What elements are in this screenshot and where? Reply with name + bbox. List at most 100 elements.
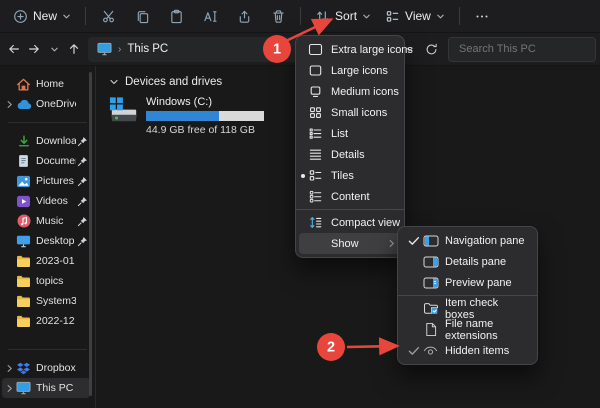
sidebar-item-home[interactable]: Home (2, 74, 90, 94)
sidebar-item-desktop[interactable]: Desktop (2, 231, 90, 251)
file-explorer-window: New Sort View › This PC (0, 0, 600, 408)
see-more-button[interactable] (467, 3, 497, 29)
view-menu-item-extra-large-icons[interactable]: Extra large icons (296, 39, 404, 60)
share-button[interactable] (229, 3, 259, 29)
search-box[interactable] (448, 37, 596, 62)
view-menu-item-list[interactable]: List (296, 123, 404, 144)
new-button[interactable]: New (6, 3, 78, 29)
search-input[interactable] (449, 38, 600, 61)
show-submenu-item-item-check-boxes[interactable]: Item check boxes (398, 298, 537, 319)
breadcrumb-separator: › (118, 44, 121, 55)
sort-button[interactable]: Sort (308, 3, 378, 29)
menu-item-label: Extra large icons (331, 44, 413, 56)
show-submenu-item-navigation-pane[interactable]: Navigation pane (398, 230, 537, 251)
icon-xl-icon (308, 42, 323, 57)
delete-button[interactable] (263, 3, 293, 29)
download-icon (15, 134, 32, 148)
folder-icon (15, 295, 32, 307)
expand-chevron-icon[interactable] (4, 364, 15, 373)
desktop-icon (15, 234, 32, 248)
view-button-label: View (405, 9, 431, 23)
sidebar-item-videos[interactable]: Videos (2, 191, 90, 211)
chevron-down-icon (436, 12, 445, 21)
capacity-text: 44.9 GB free of 118 GB (146, 124, 264, 136)
submenu-item-label: Hidden items (445, 345, 509, 357)
sidebar-item-system32[interactable]: System32 (2, 291, 90, 311)
show-submenu-item-hidden-items[interactable]: Hidden items (398, 340, 537, 361)
up-icon (67, 42, 81, 56)
checkmark-icon (406, 346, 422, 356)
menu-item-label: List (331, 128, 396, 140)
new-button-label: New (33, 9, 57, 23)
expand-chevron-icon[interactable] (4, 384, 15, 393)
copy-button[interactable] (127, 3, 157, 29)
show-submenu-item-file-name-extensions[interactable]: File name extensions (398, 319, 537, 340)
up-button[interactable] (64, 37, 84, 61)
sidebar-item-pictures[interactable]: Pictures (2, 171, 90, 191)
view-menu-item-large-icons[interactable]: Large icons (296, 60, 404, 81)
sidebar-item-2023-01[interactable]: 2023-01 (2, 251, 90, 271)
share-icon (237, 9, 252, 24)
sidebar-item-dropbox[interactable]: Dropbox (2, 358, 90, 378)
sidebar-scrollbar[interactable] (89, 72, 92, 396)
toolbar-separator (85, 7, 86, 25)
delete-icon (271, 9, 286, 24)
icon-md-icon (308, 84, 323, 99)
cut-button[interactable] (93, 3, 123, 29)
toolbar-separator (300, 7, 301, 25)
view-menu-item-tiles[interactable]: Tiles (296, 165, 404, 186)
pane-details-icon (422, 256, 439, 268)
sidebar-item-onedrive-pers[interactable]: OneDrive - Pers (2, 94, 90, 114)
sidebar-item-label: 2022-12 (36, 315, 76, 327)
refresh-button[interactable] (420, 37, 442, 61)
view-menu-item-show[interactable]: Show (299, 233, 401, 254)
menu-item-label: Tiles (331, 170, 396, 182)
music-icon (15, 214, 32, 228)
pane-preview-icon (422, 277, 439, 289)
sidebar-item-label: Desktop (36, 235, 76, 247)
drive-name: Windows (C:) (146, 96, 264, 108)
rename-button[interactable] (195, 3, 225, 29)
sidebar-item-downloads[interactable]: Downloads (2, 131, 90, 151)
menu-item-label: Details (331, 149, 396, 161)
drive-windows-c[interactable]: Windows (C:) 44.9 GB free of 118 GB (109, 96, 289, 136)
show-submenu-item-details-pane[interactable]: Details pane (398, 251, 537, 272)
show-submenu-item-preview-pane[interactable]: Preview pane (398, 272, 537, 293)
forward-icon (27, 42, 41, 56)
sidebar-item-label: topics (36, 275, 76, 287)
eye-icon (422, 346, 439, 356)
cut-icon (101, 9, 116, 24)
menu-item-label: Small icons (331, 107, 396, 119)
capacity-bar (146, 111, 264, 121)
sidebar-divider (8, 122, 87, 123)
section-header-label: Devices and drives (125, 76, 222, 88)
pin-icon (76, 236, 88, 247)
view-menu-item-content[interactable]: Content (296, 186, 404, 207)
selected-bullet (301, 174, 305, 178)
view-button[interactable]: View (378, 3, 452, 29)
view-menu-item-small-icons[interactable]: Small icons (296, 102, 404, 123)
sidebar-item-music[interactable]: Music (2, 211, 90, 231)
hard-drive-icon (109, 96, 139, 125)
checkmark-icon (406, 236, 422, 246)
forward-button[interactable] (24, 37, 44, 61)
expand-chevron-icon[interactable] (4, 100, 15, 109)
back-button[interactable] (4, 37, 24, 61)
pin-icon (76, 216, 88, 227)
folder-icon (15, 315, 32, 327)
file-ext-icon (422, 322, 439, 337)
sidebar-item-this-pc[interactable]: This PC (2, 378, 90, 398)
view-icon (385, 9, 400, 24)
view-menu-item-medium-icons[interactable]: Medium icons (296, 81, 404, 102)
videos-icon (15, 195, 32, 208)
view-menu-item-details[interactable]: Details (296, 144, 404, 165)
sidebar-item-topics[interactable]: topics (2, 271, 90, 291)
sidebar-item-documents[interactable]: Documents (2, 151, 90, 171)
paste-button[interactable] (161, 3, 191, 29)
view-menu-item-compact-view[interactable]: Compact view (296, 212, 404, 233)
folder-check-icon (422, 302, 439, 315)
sidebar-item-2022-12[interactable]: 2022-12 (2, 311, 90, 331)
menu-item-label: Content (331, 191, 396, 203)
command-bar: New Sort View (0, 0, 600, 33)
recent-locations-button[interactable] (44, 37, 64, 61)
